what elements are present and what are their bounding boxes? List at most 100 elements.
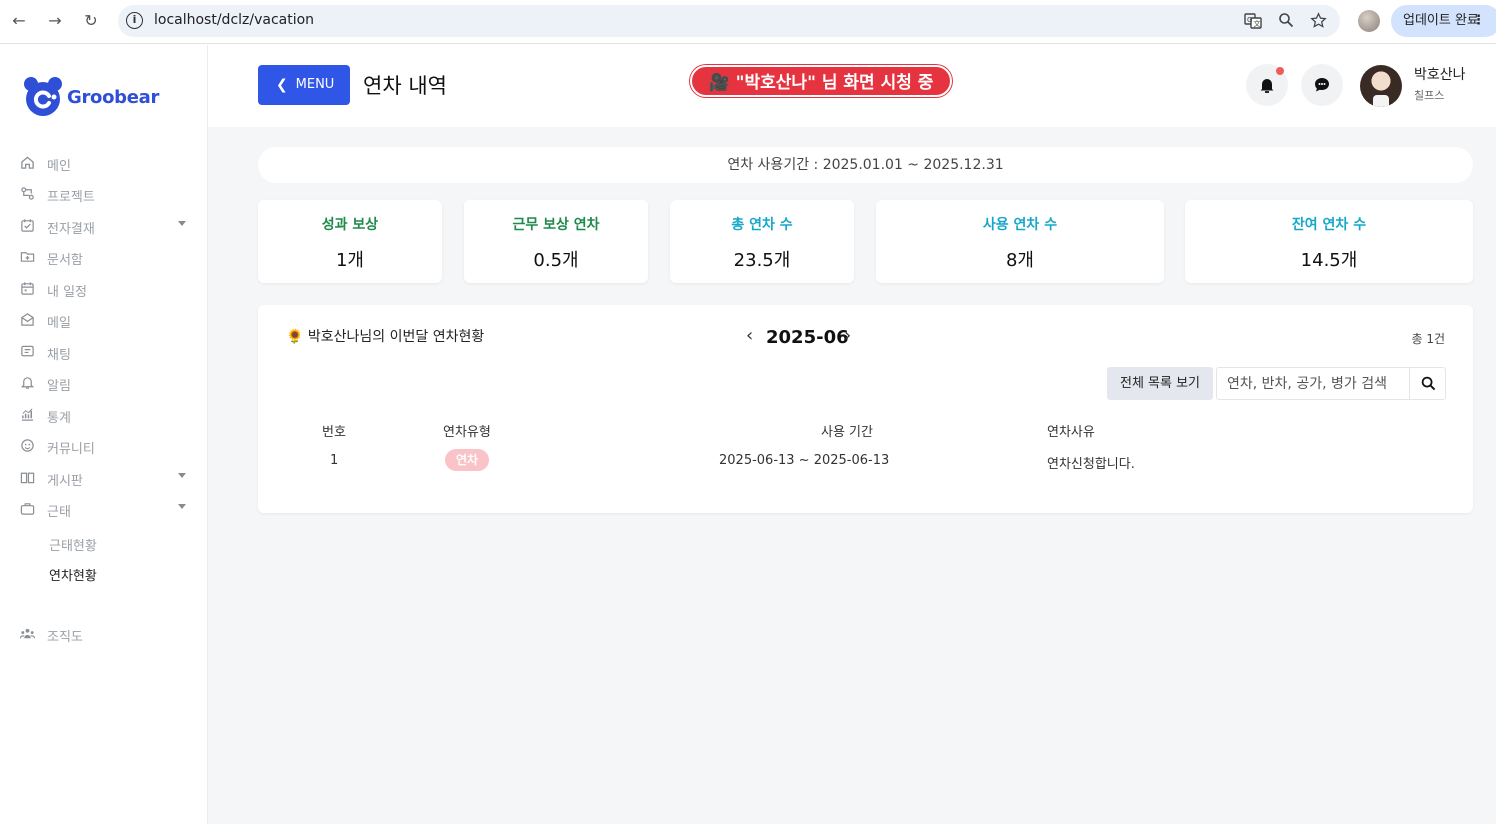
- sidebar-item-notifications[interactable]: 알림: [20, 372, 190, 394]
- sidebar-item-label: 통계: [47, 411, 71, 426]
- chat-bubbles-icon: [1315, 78, 1329, 92]
- sidebar-item-documents[interactable]: 문서함: [20, 246, 190, 268]
- stats-icon: [21, 408, 34, 421]
- sidebar-item-chat[interactable]: 채팅: [20, 341, 190, 363]
- messenger-button[interactable]: [1301, 64, 1343, 106]
- sidebar-item-label: 메일: [47, 316, 71, 331]
- stat-value: 23.5개: [733, 250, 791, 271]
- sidebar-item-label: 메인: [47, 159, 71, 174]
- reload-icon[interactable]: ↻: [80, 10, 102, 32]
- column-header-period: 사용 기간: [821, 425, 873, 440]
- chevron-down-icon[interactable]: [178, 221, 186, 226]
- more-menu-icon[interactable]: ⋮: [1472, 5, 1485, 37]
- chevron-right-icon[interactable]: ›: [844, 325, 851, 346]
- stat-value: 1개: [335, 250, 364, 271]
- sidebar-item-approval[interactable]: 전자결재: [20, 215, 190, 237]
- main-content: ❮ MENU 연차 내역 🎥 "박호산나" 님 화면 시청 중 박호산나 칠프스…: [208, 45, 1496, 824]
- community-icon: [21, 439, 34, 452]
- current-month: 2025-06: [766, 327, 849, 348]
- notification-button[interactable]: [1246, 64, 1288, 106]
- stat-label: 총 연차 수: [731, 217, 793, 233]
- search-button[interactable]: [1409, 367, 1446, 400]
- user-name: 박호산나: [1414, 67, 1466, 83]
- stat-label: 잔여 연차 수: [1291, 217, 1367, 233]
- sidebar-item-stats[interactable]: 통계: [20, 404, 190, 426]
- column-header-number: 번호: [322, 425, 346, 440]
- unread-dot: [1276, 67, 1284, 75]
- org-chart-icon: [20, 628, 35, 639]
- translate-icon[interactable]: G文: [1244, 12, 1262, 34]
- total-count: 총 1건: [1411, 332, 1445, 346]
- view-all-button[interactable]: 전체 목록 보기: [1107, 367, 1213, 400]
- update-button[interactable]: 업데이트 완료 ⋮: [1391, 5, 1496, 37]
- mail-icon: [21, 313, 34, 326]
- column-header-reason: 연차사유: [1047, 425, 1095, 440]
- sidebar-item-label: 알림: [47, 379, 71, 394]
- sidebar-subitem-attendance-status[interactable]: 근태현황: [49, 535, 97, 554]
- svg-text:文: 文: [1254, 19, 1261, 28]
- chevron-left-icon: ❮: [276, 77, 288, 93]
- page-title: 연차 내역: [363, 74, 447, 98]
- sidebar-item-mail[interactable]: 메일: [20, 309, 190, 331]
- user-role: 칠프스: [1414, 89, 1445, 102]
- address-bar[interactable]: i localhost/dclz/vacation G文: [118, 5, 1340, 37]
- vacation-period: 연차 사용기간 : 2025.01.01 ~ 2025.12.31: [258, 147, 1473, 183]
- vacation-type-badge: 연차: [445, 449, 489, 471]
- sidebar: Groobear 메인 프로젝트 전자결재 문서함 내 일정 메일 채팅 알림 …: [0, 45, 208, 824]
- back-icon[interactable]: ←: [8, 10, 30, 32]
- sidebar-item-community[interactable]: 커뮤니티: [20, 435, 190, 457]
- stat-card-remaining-vacation: 잔여 연차 수 14.5개: [1185, 200, 1473, 283]
- menu-button-label: MENU: [295, 77, 335, 92]
- sidebar-item-org-chart[interactable]: 조직도: [20, 623, 190, 645]
- stat-label: 사용 연차 수: [982, 217, 1058, 233]
- chevron-down-icon[interactable]: [178, 473, 186, 478]
- home-icon: [21, 156, 34, 169]
- calendar-icon: [21, 282, 34, 295]
- sidebar-item-label: 문서함: [47, 253, 83, 268]
- browser-toolbar: ← → ↻ i localhost/dclz/vacation G文 업데이트 …: [0, 0, 1496, 44]
- svg-text:G: G: [1247, 16, 1252, 24]
- sidebar-item-board[interactable]: 게시판: [20, 467, 190, 489]
- chat-icon: [21, 345, 34, 357]
- brand-name: Groobear: [67, 87, 160, 108]
- stat-card-total-vacation: 총 연차 수 23.5개: [670, 200, 854, 283]
- bell-icon: [20, 377, 35, 389]
- sidebar-item-project[interactable]: 프로젝트: [20, 183, 190, 205]
- stat-value: 8개: [1005, 250, 1034, 271]
- bell-icon: [1260, 79, 1274, 93]
- zoom-icon[interactable]: [1278, 12, 1294, 32]
- month-navigator: ‹ 2025-06 ›: [746, 325, 858, 351]
- sidebar-item-main[interactable]: 메인: [20, 152, 190, 174]
- row-reason[interactable]: 연차신청합니다.: [1047, 453, 1135, 472]
- stat-card-used-vacation: 사용 연차 수 8개: [876, 200, 1164, 283]
- panel-title: 🌻 박호산나님의 이번달 연차현황: [286, 329, 485, 345]
- bookmark-star-icon[interactable]: [1310, 12, 1327, 33]
- sidebar-item-label: 내 일정: [47, 285, 88, 300]
- bear-logo-icon: [24, 77, 62, 116]
- site-info-icon[interactable]: i: [126, 12, 143, 29]
- browser-profile-avatar[interactable]: [1358, 10, 1380, 32]
- search-input[interactable]: [1216, 367, 1410, 400]
- folder-icon: [20, 252, 35, 262]
- sidebar-item-schedule[interactable]: 내 일정: [20, 278, 190, 300]
- menu-button[interactable]: ❮ MENU: [258, 65, 350, 105]
- sidebar-item-label: 프로젝트: [47, 190, 95, 205]
- chevron-left-icon[interactable]: ‹: [746, 325, 753, 346]
- monthly-vacation-panel: 🌻 박호산나님의 이번달 연차현황 ‹ 2025-06 › 총 1건 전체 목록…: [258, 305, 1473, 513]
- sidebar-subitem-vacation-status[interactable]: 연차현황: [49, 565, 97, 584]
- screen-watch-banner: 🎥 "박호산나" 님 화면 시청 중: [690, 65, 952, 97]
- sidebar-item-attendance[interactable]: 근태: [20, 498, 190, 520]
- chevron-down-icon[interactable]: [178, 504, 186, 509]
- row-number: 1: [330, 453, 339, 468]
- logo[interactable]: Groobear: [22, 75, 172, 121]
- stat-value: 0.5개: [533, 250, 579, 271]
- sidebar-item-label: 근태: [47, 505, 71, 520]
- sidebar-item-label: 게시판: [47, 474, 83, 489]
- forward-icon[interactable]: →: [44, 10, 66, 32]
- project-icon: [21, 187, 34, 200]
- url-text[interactable]: localhost/dclz/vacation: [154, 12, 314, 28]
- user-avatar[interactable]: [1360, 65, 1402, 107]
- stat-label: 성과 보상: [321, 217, 379, 233]
- stat-label: 근무 보상 연차: [512, 217, 600, 233]
- briefcase-icon: [20, 503, 35, 515]
